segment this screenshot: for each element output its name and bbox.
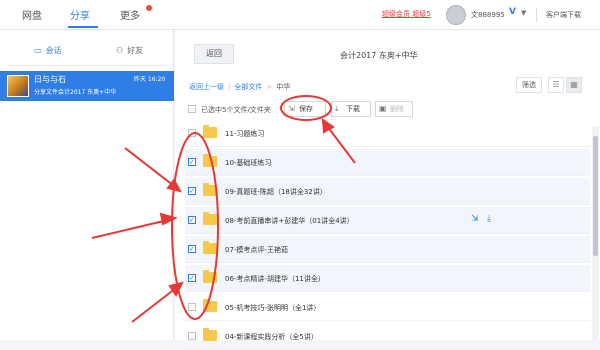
selection-count: 已选中5个文件/文件夹 bbox=[201, 106, 271, 114]
breadcrumb-up-link[interactable]: 返回上一级 bbox=[189, 83, 224, 91]
breadcrumb-current: 中华 bbox=[276, 83, 291, 91]
download-icon: ⤓ bbox=[335, 104, 339, 113]
file-toolbar: 已选中5个文件/文件夹 ⇲ 保存 ⤓ 下载 ▣ 删除 bbox=[185, 98, 590, 120]
breadcrumb-all-files[interactable]: 全部文件 bbox=[234, 83, 262, 91]
divider bbox=[8, 65, 166, 66]
tab-conversations-label: 会话 bbox=[45, 46, 62, 55]
file-name[interactable]: 08-考前直播串讲+彭建华（01讲全4讲） bbox=[225, 216, 354, 226]
folder-icon bbox=[203, 154, 217, 167]
folder-icon bbox=[203, 299, 217, 312]
file-name[interactable]: 06-考点精讲-胡建华（11讲全） bbox=[225, 274, 325, 284]
file-checkbox[interactable] bbox=[188, 303, 196, 311]
file-name[interactable]: 11-习题练习 bbox=[225, 129, 264, 139]
notification-dot bbox=[146, 5, 152, 11]
list-view-button[interactable]: ☰ bbox=[548, 77, 564, 93]
file-row[interactable]: 05-机考技巧-张明明（全1讲） bbox=[185, 294, 590, 321]
folder-icon bbox=[203, 183, 217, 196]
row-download-icon[interactable]: ⤓ bbox=[487, 214, 491, 224]
file-row[interactable]: ✓ 08-考前直播串讲+彭建华（01讲全4讲） ⇲ ⤓ bbox=[185, 207, 590, 234]
share-title: 会计2017 东奥+中华 bbox=[340, 51, 418, 60]
conversation-preview: 分享文件会计2017 东奥+中华 bbox=[34, 89, 117, 96]
folder-icon bbox=[203, 270, 217, 283]
file-checkbox[interactable] bbox=[188, 332, 196, 340]
list-view-icon: ☰ bbox=[552, 80, 560, 89]
tab-friends[interactable]: ⚇ 好友 bbox=[116, 45, 143, 56]
breadcrumb: 返回上一级 | 全部文件 > 中华 bbox=[189, 83, 291, 91]
file-row[interactable]: ✓ 06-考点精讲-胡建华（11讲全） bbox=[185, 265, 590, 292]
file-name[interactable]: 05-机考技巧-张明明（全1讲） bbox=[225, 303, 320, 313]
top-nav-bar: 网盘 分享 更多 超级会员 超级5 文888995 V ▼ 客户端下载 bbox=[0, 0, 600, 30]
user-avatar[interactable] bbox=[446, 5, 466, 25]
tab-netdisk[interactable]: 网盘 bbox=[22, 7, 42, 22]
select-all-checkbox[interactable] bbox=[188, 105, 196, 113]
tab-friends-label: 好友 bbox=[127, 46, 144, 55]
client-download-link[interactable]: 客户端下载 bbox=[546, 10, 581, 20]
divider bbox=[536, 8, 537, 22]
contact-name: 日与与石 bbox=[34, 75, 66, 84]
download-button[interactable]: ⤓ 下载 bbox=[331, 101, 371, 117]
file-name[interactable]: 09-真题班-陈超（18讲全32讲） bbox=[225, 187, 327, 197]
username[interactable]: 文888995 bbox=[471, 10, 505, 20]
save-icon: ⇲ bbox=[288, 104, 295, 113]
grid-view-button[interactable]: ▦ bbox=[566, 77, 582, 93]
contact-avatar bbox=[7, 75, 29, 97]
conversation-time: 昨天 16:20 bbox=[134, 76, 166, 83]
vip-v-icon: V bbox=[509, 7, 516, 17]
file-name[interactable]: 10-基础班练习 bbox=[225, 158, 271, 168]
file-checkbox[interactable] bbox=[188, 129, 196, 137]
file-checkbox[interactable]: ✓ bbox=[188, 187, 196, 195]
folder-icon bbox=[203, 328, 217, 341]
chat-icon: ▭ bbox=[34, 46, 42, 55]
file-checkbox[interactable]: ✓ bbox=[188, 158, 196, 166]
tab-share[interactable]: 分享 bbox=[70, 7, 90, 22]
save-button[interactable]: ⇲ 保存 bbox=[284, 101, 326, 117]
folder-icon bbox=[203, 212, 217, 225]
file-row[interactable]: 04-新课程实践分析（全5讲） bbox=[185, 323, 590, 350]
row-save-icon[interactable]: ⇲ bbox=[471, 214, 479, 224]
file-checkbox[interactable]: ✓ bbox=[188, 274, 196, 282]
file-checkbox[interactable]: ✓ bbox=[188, 245, 196, 253]
active-tab-indicator bbox=[68, 26, 98, 28]
file-row[interactable]: 11-习题练习 bbox=[185, 120, 590, 147]
file-row[interactable]: ✓ 07-模考点评-王艳茹 bbox=[185, 236, 590, 263]
folder-icon bbox=[203, 241, 217, 254]
chevron-down-icon[interactable]: ▼ bbox=[521, 9, 526, 17]
folder-icon bbox=[203, 125, 217, 138]
file-name[interactable]: 04-新课程实践分析（全5讲） bbox=[225, 332, 318, 342]
scrollbar-thumb[interactable] bbox=[593, 136, 598, 256]
file-checkbox[interactable]: ✓ bbox=[188, 216, 196, 224]
file-name[interactable]: 07-模考点评-王艳茹 bbox=[225, 245, 288, 255]
back-button[interactable]: 返回 bbox=[194, 44, 234, 64]
friends-icon: ⚇ bbox=[116, 46, 124, 55]
share-detail-panel: 返回 会计2017 东奥+中华 返回上一级 | 全部文件 > 中华 筛选 ☰ ▦ 已选中… bbox=[175, 30, 600, 350]
tab-conversations[interactable]: ▭ 会话 bbox=[34, 45, 62, 56]
trash-icon: ▣ bbox=[379, 104, 387, 113]
filter-button[interactable]: 筛选 bbox=[516, 77, 542, 93]
tab-more[interactable]: 更多 bbox=[120, 7, 140, 22]
conversation-item[interactable]: 日与与石 昨天 16:20 分享文件会计2017 东奥+中华 bbox=[0, 71, 174, 101]
conversation-panel: ▭ 会话 ⚇ 好友 日与与石 昨天 16:20 分享文件会计2017 东奥+中华 bbox=[0, 30, 174, 340]
save-label: 保存 bbox=[299, 105, 313, 113]
delete-button[interactable]: ▣ 删除 bbox=[375, 101, 413, 117]
download-label: 下载 bbox=[346, 105, 360, 113]
file-row[interactable]: ✓ 09-真题班-陈超（18讲全32讲） bbox=[185, 178, 590, 205]
delete-label: 删除 bbox=[390, 105, 404, 113]
grid-view-icon: ▦ bbox=[570, 80, 578, 89]
vip-link[interactable]: 超级会员 超级5 bbox=[382, 9, 431, 19]
file-row[interactable]: ✓ 10-基础班练习 bbox=[185, 149, 590, 176]
